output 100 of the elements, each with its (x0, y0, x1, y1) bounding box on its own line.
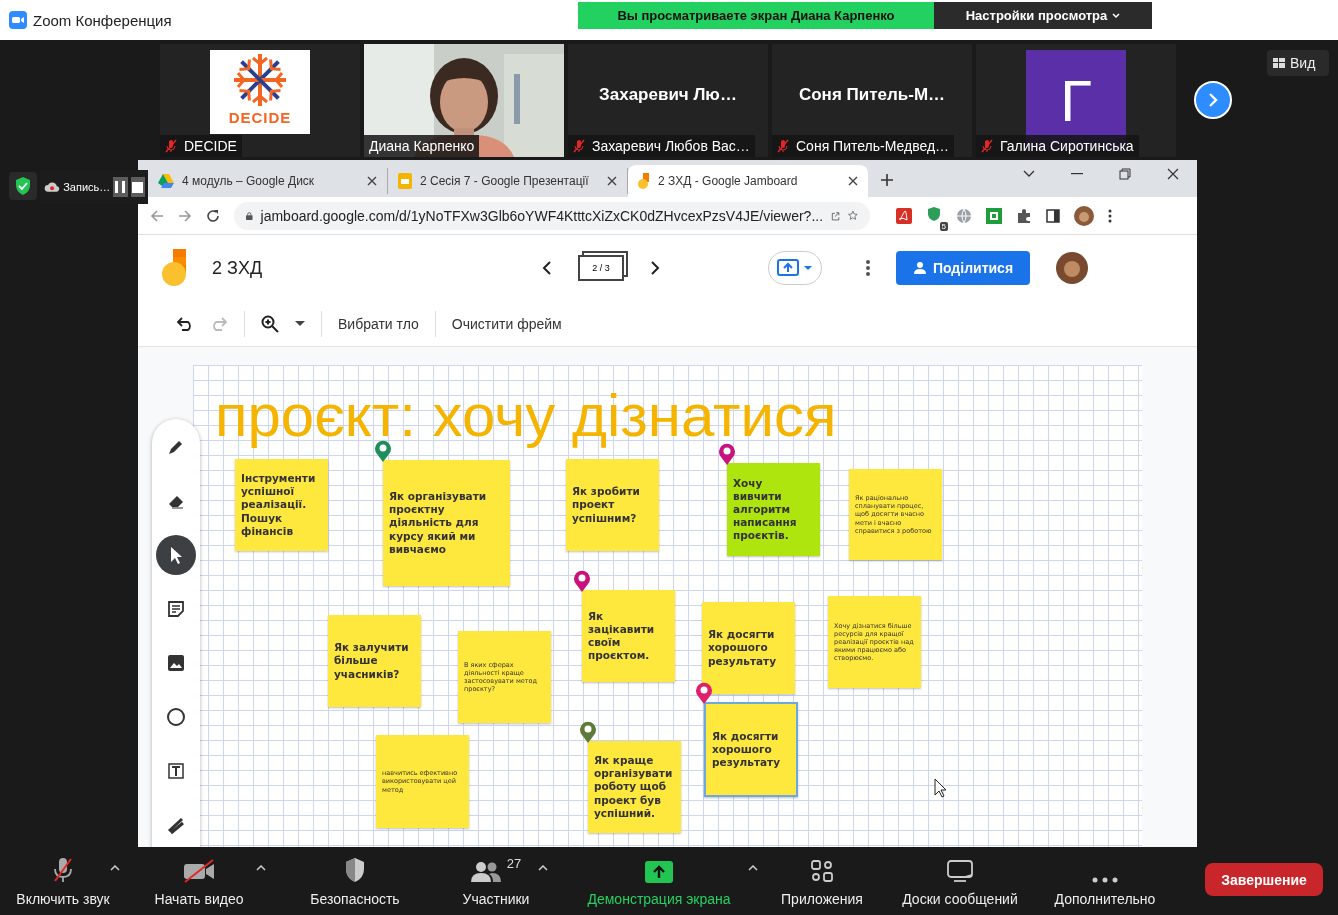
video-button[interactable]: Начать видео (150, 847, 248, 915)
extension-icon[interactable] (986, 207, 1002, 224)
sticky-note[interactable]: Як організувати проєктну діяльність для курсу який ми вивчаємо (383, 460, 510, 586)
shield-icon[interactable] (926, 205, 942, 222)
more-button[interactable]: Дополнительно (1050, 847, 1160, 915)
browser-tab[interactable]: 2 ЗХД - Google Jamboard (628, 165, 868, 197)
caret-icon[interactable] (295, 320, 305, 327)
person-icon (912, 261, 927, 275)
present-icon (775, 258, 815, 278)
shield-check-icon (9, 172, 37, 200)
board-heading: проєкт: хочу дізнатися (215, 383, 837, 449)
caret-icon (1112, 12, 1121, 19)
name-label: DECIDE (160, 135, 242, 157)
avatar-icon[interactable] (1056, 252, 1088, 284)
more-icon[interactable] (866, 260, 870, 276)
browser-tab[interactable]: 2 Сесія 7 - Google Презентації (388, 168, 628, 194)
participants-button[interactable]: 27 Участники (458, 847, 534, 915)
sharing-banner: Вы просматриваете экран Диана Карпенко (578, 2, 934, 29)
participant-name: Соня Питель-М… (798, 84, 946, 105)
apps-button[interactable]: Приложения (777, 847, 867, 915)
share-screen-icon (645, 861, 673, 883)
next-page-button[interactable] (1194, 81, 1232, 119)
cloud-icon (44, 181, 61, 193)
shield-icon (344, 857, 366, 883)
pdf-icon[interactable] (896, 207, 912, 224)
set-background-button[interactable]: Вибрати тло (338, 315, 419, 332)
sticky-note[interactable]: Інструменти успішної реалізації. Пошук фінансів (235, 459, 328, 551)
sticky-note[interactable]: Хочу вивчити алгоритм написання проєктів. (727, 463, 820, 556)
name-label: Диана Карпенко (364, 135, 480, 157)
forward-icon[interactable] (178, 208, 192, 223)
puzzle-icon[interactable] (1016, 207, 1032, 224)
star-icon[interactable] (848, 208, 858, 223)
caret-icon[interactable] (748, 865, 758, 871)
sticky-note-icon (166, 599, 186, 619)
undo-icon[interactable] (176, 316, 194, 331)
previous-frame-icon[interactable] (542, 261, 552, 275)
next-frame-icon[interactable] (650, 261, 660, 275)
reload-icon[interactable] (206, 208, 220, 223)
circle-icon (166, 707, 186, 727)
apps-icon (810, 859, 834, 883)
jamboard-logo-icon (162, 249, 188, 287)
share-button[interactable]: Демонстрация экрана (583, 847, 735, 915)
lock-icon (246, 209, 253, 222)
present-button[interactable] (768, 251, 822, 285)
whiteboards-button[interactable]: Доски сообщений (898, 847, 1022, 915)
restore-icon[interactable] (1119, 168, 1131, 180)
slides-icon (398, 173, 412, 189)
sticky-note[interactable]: Як зробити проект успішним? (566, 459, 659, 551)
laser-icon (166, 815, 186, 835)
more-icon[interactable] (1108, 208, 1112, 223)
end-meeting-button[interactable]: Завершение (1205, 863, 1323, 896)
sidebar-icon[interactable] (1046, 208, 1060, 223)
chevron-down-icon[interactable] (1023, 170, 1035, 178)
zoom-logo-icon (9, 11, 27, 29)
zoom-in-icon[interactable] (261, 314, 279, 333)
close-icon[interactable] (607, 176, 617, 186)
people-icon (470, 861, 501, 883)
more-icon (1092, 877, 1118, 883)
camera-off-icon (183, 859, 215, 883)
sticky-note[interactable]: Як краще організувати роботу щоб проект був успішний. (588, 741, 681, 833)
pause-button[interactable] (113, 177, 128, 197)
clear-frame-button[interactable]: Очистити фрейм (451, 315, 562, 332)
sticky-note[interactable]: Як залучити більше учасників? (328, 615, 421, 707)
mic-off-icon (53, 857, 73, 883)
whiteboard-icon (946, 859, 974, 883)
caret-icon[interactable] (110, 865, 120, 871)
new-tab-icon[interactable] (880, 173, 894, 187)
triangle-icon (158, 174, 174, 188)
caret-icon[interactable] (256, 865, 266, 871)
grid-icon (1273, 58, 1285, 68)
extension-badge: 5 (939, 221, 948, 231)
sticky-note[interactable]: Як досягти хорошого результату (702, 602, 795, 694)
view-button[interactable]: Вид (1267, 50, 1329, 76)
back-icon[interactable] (150, 208, 164, 223)
security-button[interactable]: Безопасность (306, 847, 404, 915)
globe-icon[interactable] (956, 207, 972, 224)
text-box-icon (166, 761, 186, 781)
close-icon[interactable] (848, 176, 858, 186)
sticky-note[interactable]: Як зацікавити своїм проєктом. (582, 590, 675, 682)
board-title[interactable]: 2 ЗХД (212, 257, 542, 279)
view-settings-button[interactable]: Настройки просмотра (934, 2, 1152, 29)
image-icon (166, 653, 186, 673)
decide-logo: DECIDE (210, 50, 310, 134)
jamboard-icon (638, 173, 650, 189)
mic-button[interactable]: Включить звук (12, 847, 114, 915)
caret-icon[interactable] (538, 865, 548, 871)
sticky-note[interactable]: Як досягти хорошого результату (704, 702, 798, 797)
close-icon[interactable] (1167, 168, 1179, 180)
window-title: Zoom Конференция (33, 11, 172, 29)
address-bar[interactable]: jamboard.google.com/d/1yNoTFXw3Glb6oYWF4KtttcXiZxCK0dZHvcexPzsV4JE/viewer?... (234, 201, 870, 230)
stop-button[interactable] (130, 177, 145, 197)
participant-name: Захаревич Лю… (599, 84, 737, 105)
name-label: Галина Сиротинська (976, 135, 1139, 157)
name-label: Соня Питель-Медвед… (772, 135, 955, 157)
select-tool[interactable] (156, 535, 196, 575)
avatar-icon[interactable] (1074, 205, 1094, 226)
minimize-icon[interactable] (1071, 173, 1083, 175)
share-button[interactable]: Поділитися (896, 251, 1030, 285)
close-icon[interactable] (367, 176, 377, 186)
mouse-cursor-icon (934, 778, 948, 798)
